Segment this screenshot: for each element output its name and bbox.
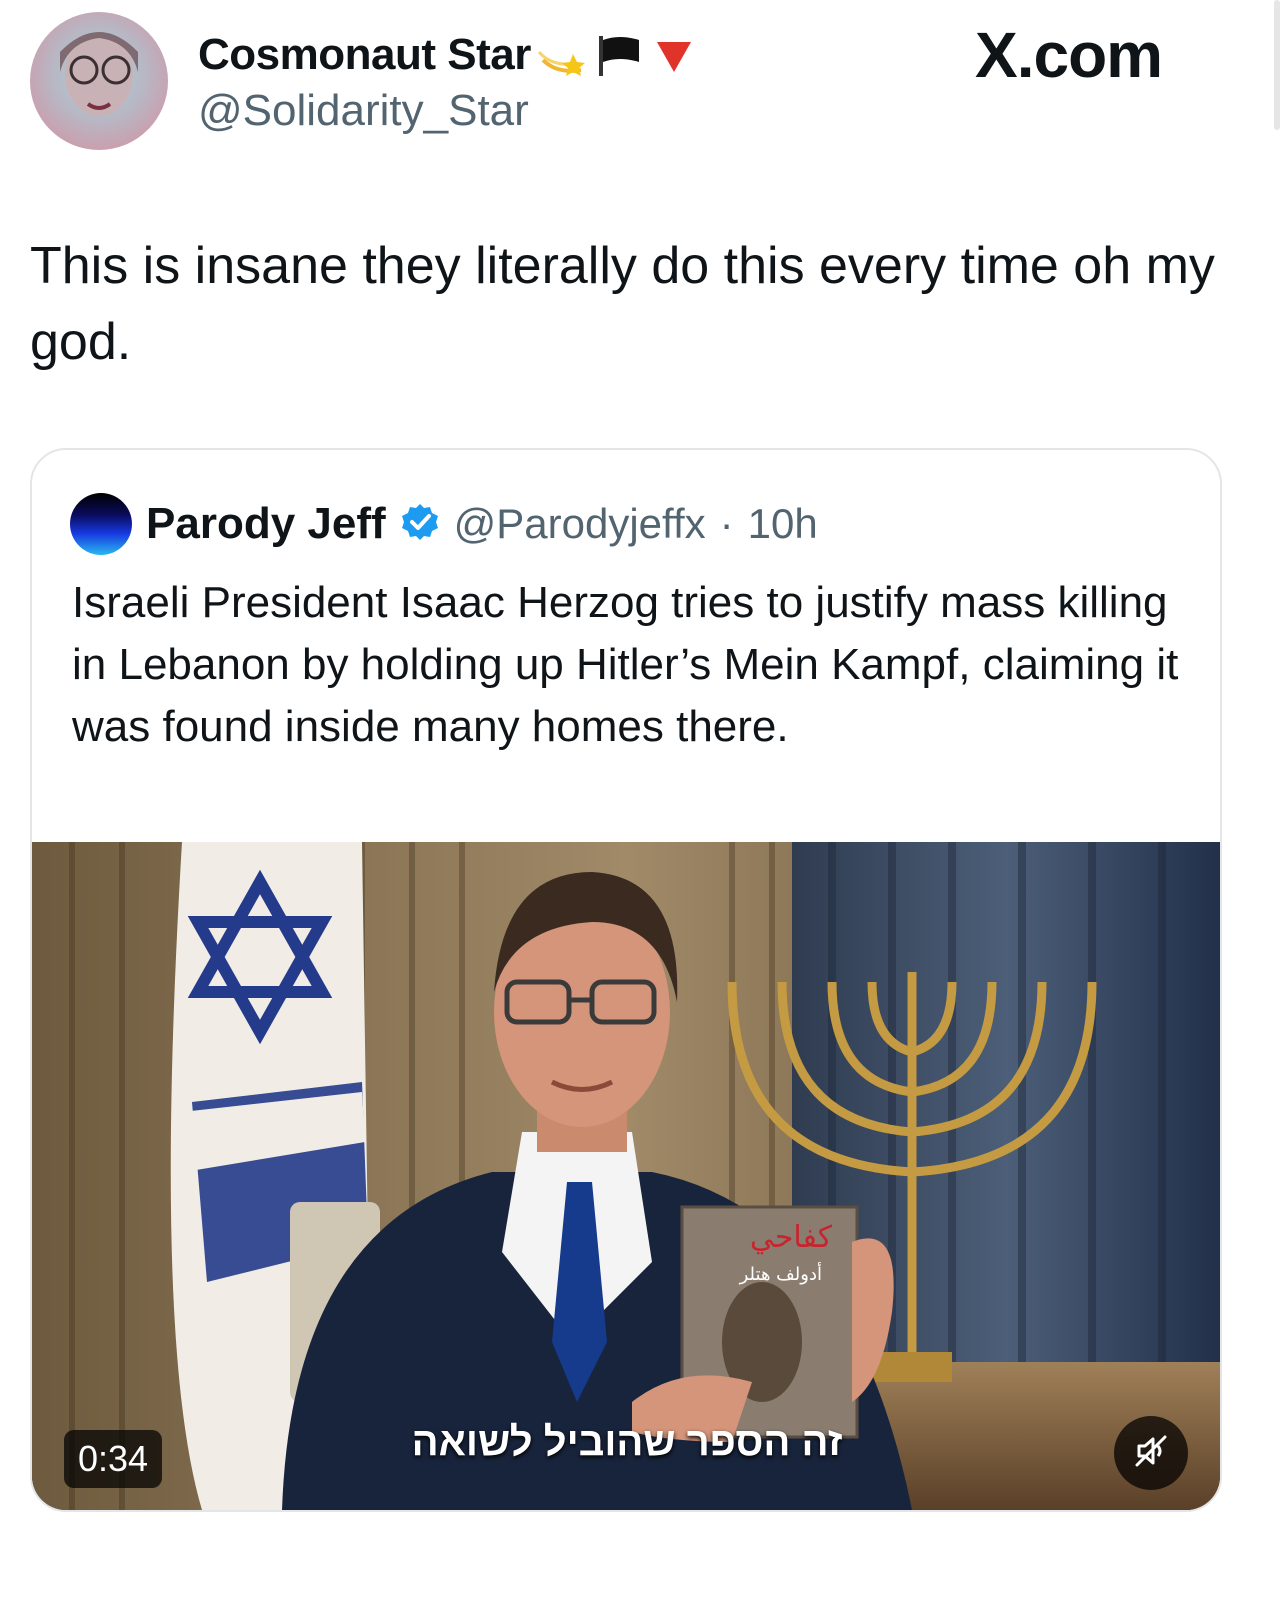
mute-toggle-button[interactable] (1114, 1416, 1188, 1490)
muted-speaker-icon (1131, 1431, 1171, 1476)
quoted-text: Israeli President Isaac Herzog tries to … (72, 578, 1179, 751)
shooting-star-emoji (537, 30, 587, 80)
quoted-display-name[interactable]: Parody Jeff (146, 499, 386, 549)
quoted-timestamp[interactable]: 10h (748, 500, 818, 548)
video-frame: كفاحي أدولف هتلر (32, 842, 1220, 1510)
quoted-handle[interactable]: @Parodyjeffx (454, 500, 706, 548)
quoted-avatar[interactable] (70, 493, 132, 555)
book-title: كفاحي (750, 1220, 833, 1255)
scrollbar[interactable] (1274, 0, 1280, 130)
red-triangle-emoji (649, 30, 699, 80)
site-watermark: X.com (975, 19, 1163, 91)
author-display-name[interactable]: Cosmonaut Star (198, 30, 531, 80)
meta-separator: · (719, 500, 734, 547)
author-handle[interactable]: @Solidarity_Star (198, 86, 529, 136)
video-player[interactable]: كفاحي أدولف هتلر 0:34 זה הספר שהוביל לשו… (32, 842, 1220, 1510)
quoted-tweet-card[interactable]: Parody Jeff @Parodyjeffx · 10h Israeli P… (30, 448, 1222, 1512)
book-author: أدولف هتلر (739, 1262, 822, 1285)
author-name-row: Cosmonaut Star (198, 28, 699, 82)
verified-badge-icon (400, 502, 440, 547)
video-subtitle: זה הספר שהוביל לשואה (411, 1420, 843, 1464)
tweet-text: This is insane they literally do this ev… (30, 237, 1215, 371)
quoted-header: Parody Jeff @Parodyjeffx · 10h (70, 493, 818, 555)
author-avatar[interactable] (30, 12, 168, 150)
black-flag-emoji (593, 30, 643, 80)
video-duration: 0:34 (64, 1430, 163, 1488)
